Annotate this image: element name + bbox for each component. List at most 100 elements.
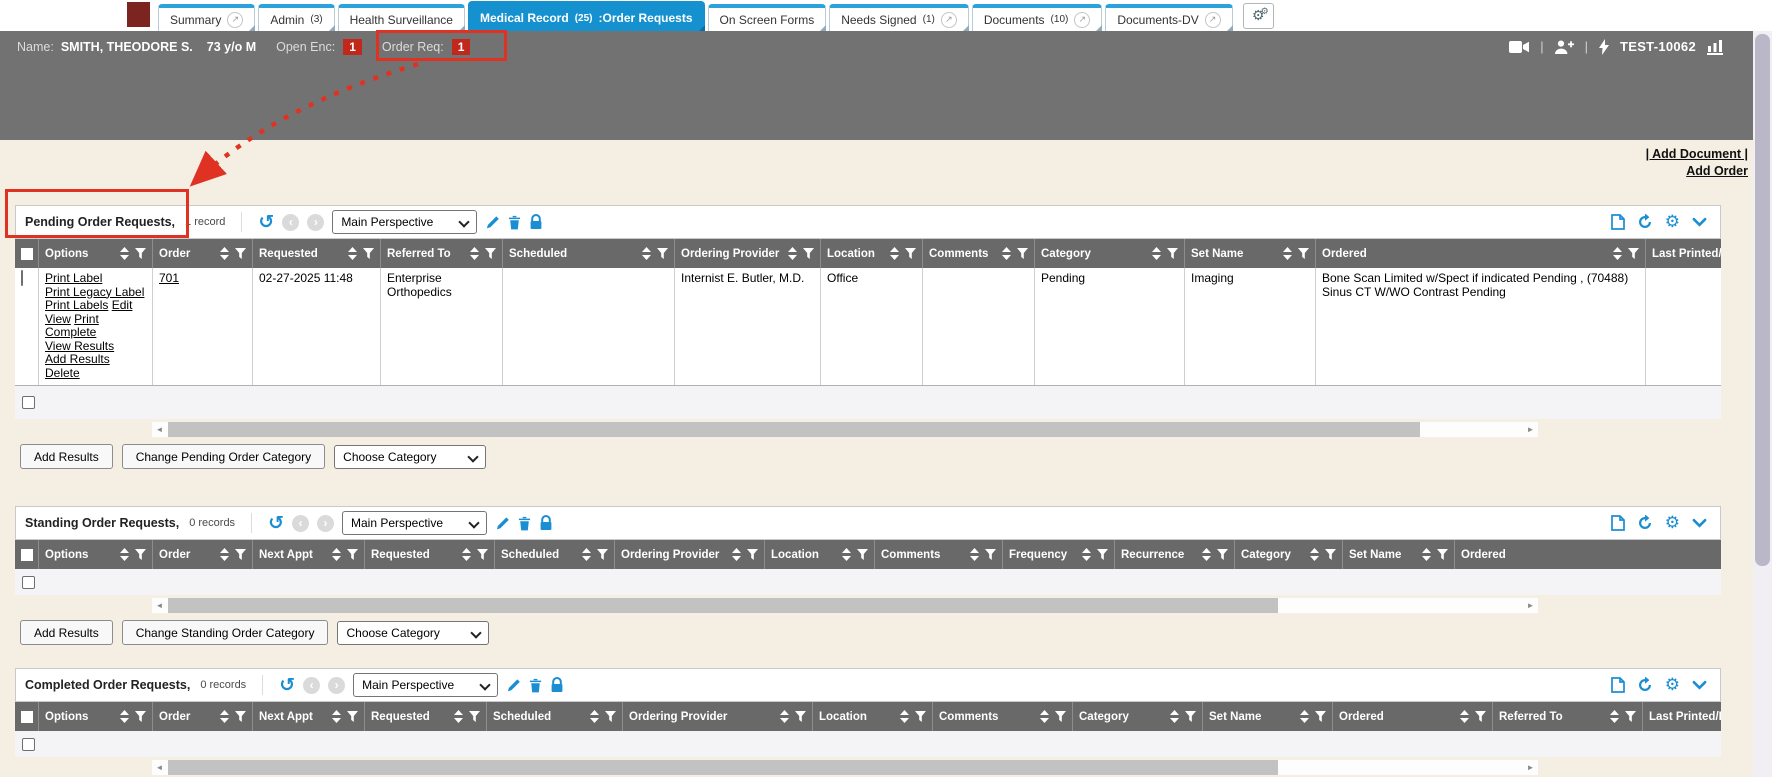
delete-trash-button[interactable] <box>518 516 531 531</box>
sort-button[interactable] <box>120 247 129 260</box>
tab-admin[interactable]: Admin(3) <box>258 4 334 31</box>
sort-button[interactable] <box>348 247 357 260</box>
filter-funnel-button[interactable] <box>597 549 608 560</box>
row-checkbox[interactable] <box>22 396 35 409</box>
option-link[interactable]: Print Label <box>45 271 102 285</box>
horizontal-scrollbar[interactable]: ◄► <box>152 422 1538 437</box>
option-link[interactable]: Add Results <box>45 352 110 366</box>
refresh-button[interactable] <box>1637 515 1653 531</box>
vertical-scrollbar[interactable] <box>1753 31 1772 777</box>
choose-category-select[interactable]: Choose Category <box>334 445 486 469</box>
option-link[interactable]: Edit <box>112 298 133 312</box>
select-all-checkbox[interactable] <box>21 248 33 260</box>
lock-button[interactable] <box>539 515 553 531</box>
lock-button[interactable] <box>550 677 564 693</box>
sort-button[interactable] <box>120 710 129 723</box>
tab-summary[interactable]: Summary↗ <box>158 4 255 31</box>
filter-funnel-button[interactable] <box>1298 248 1309 259</box>
filter-funnel-button[interactable] <box>1315 711 1326 722</box>
option-link[interactable]: View Results <box>45 339 114 353</box>
option-link[interactable]: Delete <box>45 366 80 380</box>
lightning-bolt-icon[interactable] <box>1599 39 1609 55</box>
option-link[interactable]: Print <box>74 312 99 326</box>
sort-button[interactable] <box>120 548 129 561</box>
add-results-button[interactable]: Add Results <box>20 620 113 645</box>
tab-on-screen-forms[interactable]: On Screen Forms <box>708 4 827 31</box>
filter-funnel-button[interactable] <box>1475 711 1486 722</box>
filter-funnel-button[interactable] <box>985 549 996 560</box>
sort-button[interactable] <box>732 548 741 561</box>
filter-funnel-button[interactable] <box>1185 711 1196 722</box>
filter-funnel-button[interactable] <box>657 248 668 259</box>
filter-funnel-button[interactable] <box>1437 549 1448 560</box>
select-all-checkbox[interactable] <box>21 549 33 561</box>
filter-funnel-button[interactable] <box>1625 711 1636 722</box>
filter-funnel-button[interactable] <box>235 549 246 560</box>
popout-icon[interactable]: ↗ <box>1205 12 1221 28</box>
sort-button[interactable] <box>220 710 229 723</box>
edit-pencil-button[interactable] <box>485 215 500 230</box>
sort-button[interactable] <box>1283 247 1292 260</box>
new-document-button[interactable] <box>1611 515 1625 531</box>
undo-button[interactable]: ↺ <box>268 515 284 532</box>
scroll-right-arrow[interactable]: ► <box>1523 598 1538 613</box>
filter-funnel-button[interactable] <box>347 711 358 722</box>
sort-button[interactable] <box>220 247 229 260</box>
scroll-left-arrow[interactable]: ◄ <box>152 422 167 437</box>
edit-pencil-button[interactable] <box>506 678 521 693</box>
tab-medical-record[interactable]: Medical Record(25):Order Requests <box>468 1 705 31</box>
option-link[interactable]: View <box>45 312 71 326</box>
sort-button[interactable] <box>590 710 599 723</box>
sort-button[interactable] <box>220 548 229 561</box>
sort-button[interactable] <box>1422 548 1431 561</box>
filter-funnel-button[interactable] <box>1217 549 1228 560</box>
select-all-checkbox[interactable] <box>21 711 33 723</box>
scroll-left-arrow[interactable]: ◄ <box>152 760 167 775</box>
sort-button[interactable] <box>1170 710 1179 723</box>
filter-funnel-button[interactable] <box>857 549 868 560</box>
person-add-icon[interactable] <box>1555 40 1574 54</box>
tab-health-surveillance[interactable]: Health Surveillance <box>338 4 465 31</box>
next-page-button[interactable]: › <box>307 214 324 231</box>
sort-button[interactable] <box>970 548 979 561</box>
grid-settings-gear-button[interactable]: ⚙ <box>1665 214 1680 230</box>
filter-funnel-button[interactable] <box>363 248 374 259</box>
settings-gears-button[interactable]: ⚙⚙ <box>1243 3 1274 29</box>
perspective-select[interactable]: Main Perspective <box>353 673 498 697</box>
scroll-right-arrow[interactable]: ► <box>1523 760 1538 775</box>
new-document-button[interactable] <box>1611 214 1625 230</box>
change-standing-order-category-button[interactable]: Change Standing Order Category <box>122 620 329 645</box>
filter-funnel-button[interactable] <box>1017 248 1028 259</box>
filter-funnel-button[interactable] <box>795 711 806 722</box>
next-page-button[interactable]: › <box>328 677 345 694</box>
prev-page-button[interactable]: ‹ <box>282 214 299 231</box>
open-enc-badge[interactable]: 1 <box>343 39 362 55</box>
filter-funnel-button[interactable] <box>1167 248 1178 259</box>
vertical-scrollbar-thumb[interactable] <box>1755 34 1770 566</box>
sort-button[interactable] <box>780 710 789 723</box>
filter-funnel-button[interactable] <box>135 549 146 560</box>
option-link[interactable]: Print Legacy Label <box>45 285 144 299</box>
bar-chart-icon[interactable] <box>1707 39 1723 55</box>
sort-button[interactable] <box>582 548 591 561</box>
new-document-button[interactable] <box>1611 677 1625 693</box>
undo-button[interactable]: ↺ <box>258 214 274 231</box>
option-link[interactable]: Print Labels <box>45 298 108 312</box>
filter-funnel-button[interactable] <box>803 248 814 259</box>
scroll-right-arrow[interactable]: ► <box>1523 422 1538 437</box>
filter-funnel-button[interactable] <box>1055 711 1066 722</box>
horizontal-scrollbar[interactable]: ◄► <box>152 760 1538 775</box>
horizontal-scrollbar-thumb[interactable] <box>168 422 1420 437</box>
choose-category-select[interactable]: Choose Category <box>337 621 489 645</box>
order-number-link[interactable]: 701 <box>159 271 179 285</box>
filter-funnel-button[interactable] <box>485 248 496 259</box>
sort-button[interactable] <box>1613 247 1622 260</box>
delete-trash-button[interactable] <box>508 215 521 230</box>
sort-button[interactable] <box>842 548 851 561</box>
filter-funnel-button[interactable] <box>1097 549 1108 560</box>
order-req-badge[interactable]: 1 <box>452 39 471 55</box>
filter-funnel-button[interactable] <box>1628 248 1639 259</box>
sort-button[interactable] <box>788 247 797 260</box>
sort-button[interactable] <box>332 710 341 723</box>
horizontal-scrollbar[interactable]: ◄► <box>152 598 1538 613</box>
